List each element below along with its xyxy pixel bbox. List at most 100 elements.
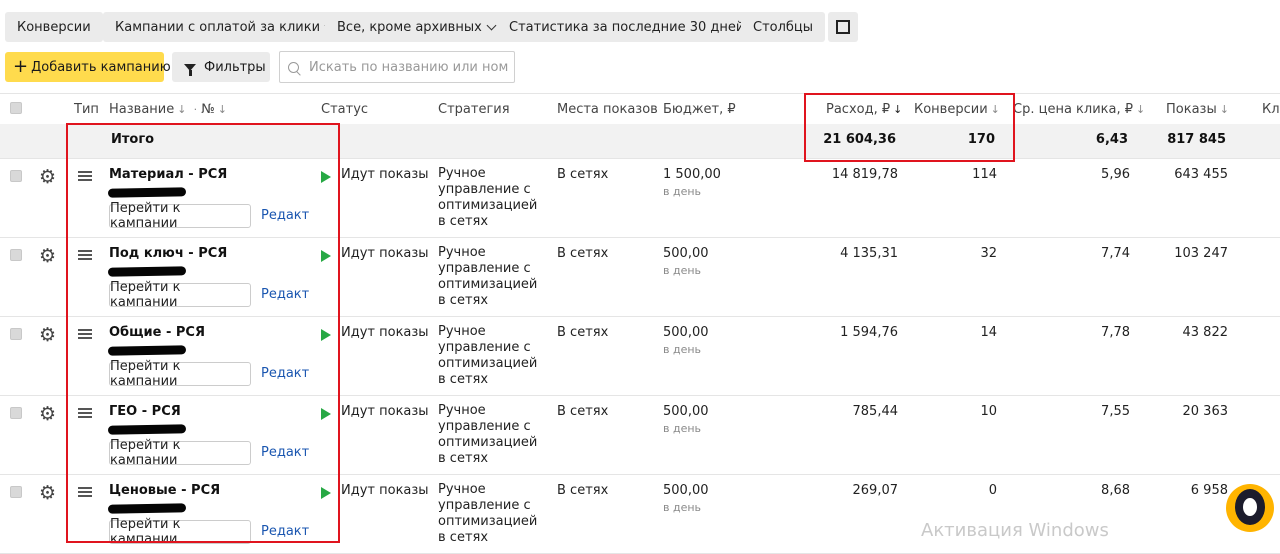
header-clicks: Кл xyxy=(1262,102,1280,117)
conversions-button[interactable]: Конверсии xyxy=(5,12,103,42)
campaign-placement: В сетях xyxy=(557,483,609,498)
campaign-impressions: 20 363 xyxy=(1182,404,1229,419)
search-input[interactable] xyxy=(307,58,511,76)
funnel-icon xyxy=(184,63,196,76)
budget-value: 500,00 xyxy=(663,404,709,419)
campaign-status: Идут показы xyxy=(341,483,429,498)
campaign-type-icon xyxy=(78,487,92,498)
period-dropdown[interactable]: Статистика за последние 30 дней xyxy=(497,12,770,42)
totals-row: Итого 21 604,36 170 6,43 817 845 xyxy=(0,124,1280,159)
edit-link[interactable]: Редактировать xyxy=(261,287,310,302)
separator-dot: · xyxy=(193,103,198,116)
campaign-conversions: 114 xyxy=(972,167,997,182)
campaign-cpc: 8,68 xyxy=(1101,483,1130,498)
fullscreen-icon[interactable] xyxy=(828,12,858,42)
sort-arrow-icon: ↓ xyxy=(217,103,227,116)
gear-icon[interactable]: ⚙ xyxy=(39,326,56,345)
campaign-type-dropdown[interactable]: Кампании с оплатой за клики xyxy=(103,12,346,42)
go-to-campaign-button[interactable]: Перейти к кампании xyxy=(109,201,251,231)
play-icon xyxy=(321,171,331,183)
period-label: Статистика за последние 30 дней xyxy=(509,19,745,35)
row-checkbox[interactable] xyxy=(10,249,22,261)
gear-icon[interactable]: ⚙ xyxy=(39,168,56,187)
row-checkbox[interactable] xyxy=(10,170,22,182)
header-name-label: Название xyxy=(109,102,175,117)
edit-link[interactable]: Редактировать xyxy=(261,445,310,460)
campaign-type-icon xyxy=(78,171,92,182)
campaign-spend: 14 819,78 xyxy=(831,167,898,182)
add-campaign-label: Добавить кампанию xyxy=(31,59,171,75)
campaign-name[interactable]: Материал - РСЯ xyxy=(109,167,227,182)
go-to-campaign-button[interactable]: Перейти к кампании xyxy=(109,280,251,310)
table-header: Тип Название ↓ · № ↓ Статус Стратегия Мест… xyxy=(0,93,1280,125)
header-number-label: № xyxy=(201,102,215,117)
row-checkbox[interactable] xyxy=(10,328,22,340)
totals-impressions: 817 845 xyxy=(1167,132,1226,147)
header-spend[interactable]: Расход, ₽ ↓ xyxy=(826,102,902,117)
campaign-placement: В сетях xyxy=(557,404,609,419)
campaign-conversions: 32 xyxy=(980,246,997,261)
campaign-type-label: Кампании с оплатой за клики xyxy=(115,19,321,35)
campaign-name[interactable]: ГЕО - РСЯ xyxy=(109,404,181,419)
campaign-budget: 500,00 в день xyxy=(663,325,709,356)
header-placements: Места показов xyxy=(557,102,658,117)
campaign-name[interactable]: Ценовые - РСЯ xyxy=(109,483,220,498)
sort-arrow-icon: ↓ xyxy=(1136,103,1146,116)
plus-icon: + xyxy=(13,56,29,77)
totals-label: Итого xyxy=(111,132,155,147)
campaign-spend: 269,07 xyxy=(852,483,899,498)
gear-icon[interactable]: ⚙ xyxy=(39,484,56,503)
gear-icon[interactable]: ⚙ xyxy=(39,247,56,266)
campaign-conversions: 10 xyxy=(980,404,997,419)
add-campaign-button[interactable]: + Добавить кампанию xyxy=(5,52,171,82)
gear-icon[interactable]: ⚙ xyxy=(39,405,56,424)
redacted-scribble xyxy=(107,187,187,198)
campaign-name[interactable]: Под ключ - РСЯ xyxy=(109,246,227,261)
totals-cpc: 6,43 xyxy=(1095,132,1128,147)
go-to-campaign-button[interactable]: Перейти к кампании xyxy=(109,438,251,468)
header-strategy: Стратегия xyxy=(438,102,510,117)
campaign-spend: 1 594,76 xyxy=(840,325,898,340)
header-cpc-label: Ср. цена клика, ₽ xyxy=(1013,102,1134,117)
table-row: ⚙ Ценовые - РСЯ Перейти к кампании Редак… xyxy=(0,475,1280,554)
sort-arrow-icon: ↓ xyxy=(1219,103,1229,116)
header-impressions[interactable]: Показы ↓ xyxy=(1166,102,1229,117)
header-name[interactable]: Название ↓ · № ↓ xyxy=(109,102,227,117)
campaign-placement: В сетях xyxy=(557,325,609,340)
header-type: Тип xyxy=(74,102,99,117)
campaign-conversions: 0 xyxy=(988,483,997,498)
go-to-campaign-button[interactable]: Перейти к кампании xyxy=(109,359,251,389)
play-icon xyxy=(321,408,331,420)
play-icon xyxy=(321,250,331,262)
campaign-cpc: 5,96 xyxy=(1101,167,1130,182)
play-icon xyxy=(321,487,331,499)
archive-filter-dropdown[interactable]: Все, кроме архивных xyxy=(325,12,507,42)
table-row: ⚙ Материал - РСЯ Перейти к кампании Реда… xyxy=(0,159,1280,238)
campaign-spend: 4 135,31 xyxy=(840,246,898,261)
go-to-campaign-button[interactable]: Перейти к кампании xyxy=(109,517,251,547)
header-cpc[interactable]: Ср. цена клика, ₽ ↓ xyxy=(1013,102,1145,117)
columns-button[interactable]: Столбцы xyxy=(741,12,826,42)
header-conversions[interactable]: Конверсии ↓ xyxy=(914,102,1000,117)
campaign-cpc: 7,74 xyxy=(1101,246,1130,261)
redacted-scribble xyxy=(107,424,187,435)
header-budget: Бюджет, ₽ xyxy=(663,102,736,117)
select-all-checkbox[interactable] xyxy=(10,102,22,114)
edit-link[interactable]: Редактировать xyxy=(261,366,310,381)
filters-label: Фильтры xyxy=(204,59,266,75)
row-checkbox[interactable] xyxy=(10,486,22,498)
campaign-impressions: 643 455 xyxy=(1174,167,1228,182)
campaign-budget: 500,00 в день xyxy=(663,483,709,514)
table-row: ⚙ ГЕО - РСЯ Перейти к кампании Редактиро… xyxy=(0,396,1280,475)
campaign-name[interactable]: Общие - РСЯ xyxy=(109,325,205,340)
campaign-impressions: 43 822 xyxy=(1182,325,1229,340)
table-row: ⚙ Общие - РСЯ Перейти к кампании Редакт и… xyxy=(0,317,1280,396)
campaign-spend: 785,44 xyxy=(852,404,899,419)
row-checkbox[interactable] xyxy=(10,407,22,419)
campaign-budget: 500,00 в день xyxy=(663,404,709,435)
search-box[interactable] xyxy=(279,51,515,83)
edit-link[interactable]: Редактировать xyxy=(261,208,310,223)
filters-button[interactable]: Фильтры xyxy=(172,52,270,82)
campaign-status: Идут показы xyxy=(341,167,429,182)
budget-period: в день xyxy=(663,343,702,356)
